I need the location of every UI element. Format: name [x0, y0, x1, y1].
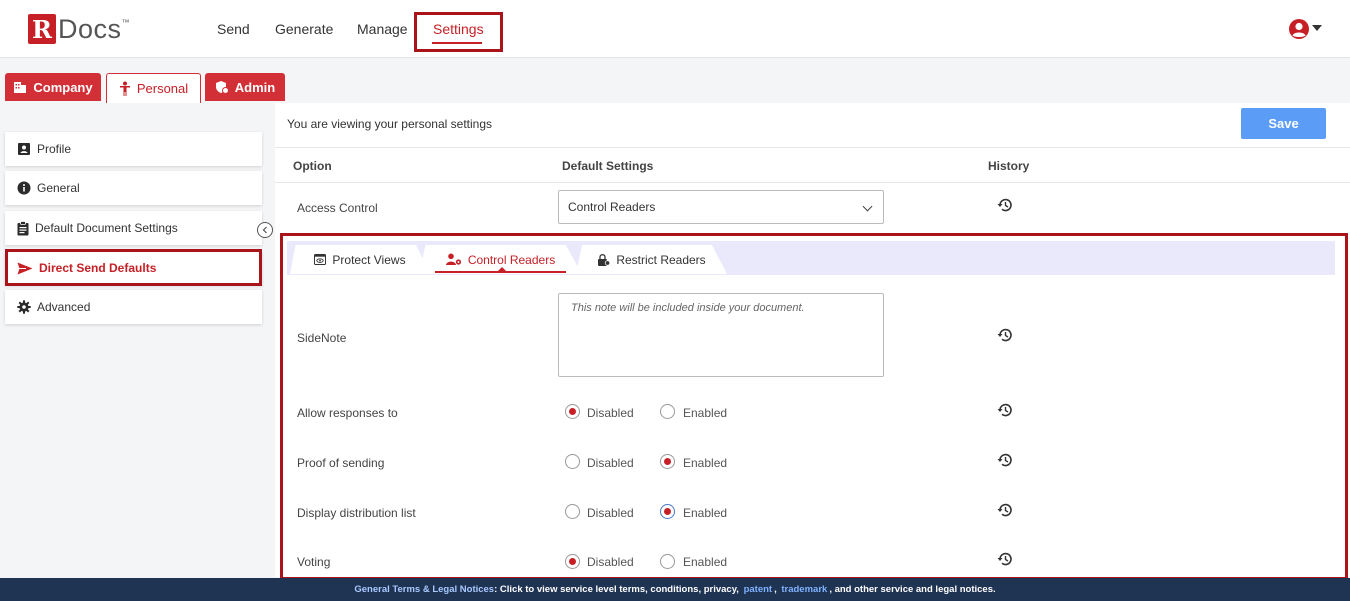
- nav-manage[interactable]: Manage: [357, 21, 408, 37]
- header-divider: [275, 147, 1350, 148]
- tab-personal-label: Personal: [136, 81, 189, 96]
- sidebar-highlight-box: [5, 249, 262, 286]
- tab-admin[interactable]: Admin: [205, 73, 285, 101]
- access-control-value: Control Readers: [568, 200, 656, 214]
- logo-wordmark: Docs: [58, 13, 122, 44]
- column-header-history: History: [988, 159, 1030, 173]
- building-icon: [14, 81, 27, 93]
- column-header-default-settings: Default Settings: [562, 159, 654, 173]
- footer-separator: ,: [774, 584, 780, 595]
- footer-text-end: , and other service and legal notices.: [829, 584, 996, 595]
- access-control-select[interactable]: Control Readers: [558, 190, 884, 224]
- sidebar-item-label: Advanced: [37, 300, 91, 314]
- logo-trademark: ™: [121, 18, 130, 27]
- subpanel-highlight-box: [280, 233, 1348, 580]
- tab-admin-label: Admin: [234, 79, 276, 95]
- nav-generate[interactable]: Generate: [275, 21, 333, 37]
- column-header-option: Option: [293, 159, 332, 173]
- person-icon: [119, 81, 130, 96]
- legal-notices-link[interactable]: General Terms & Legal Notices: [354, 584, 494, 595]
- info-icon: [17, 181, 31, 195]
- top-navbar: [0, 0, 1350, 58]
- chevron-down-icon[interactable]: [1312, 25, 1322, 31]
- sidebar-item-label: Default Document Settings: [35, 221, 178, 235]
- logo-r-mark: R: [28, 14, 56, 44]
- collapse-sidebar-button[interactable]: [257, 222, 273, 238]
- gear-icon: [17, 300, 31, 314]
- admin-shield-icon: [215, 81, 229, 94]
- tab-personal[interactable]: Personal: [106, 73, 201, 103]
- tab-company[interactable]: Company: [5, 73, 101, 101]
- footer-text: : Click to view service level terms, con…: [494, 584, 742, 595]
- sidebar-item-label: Profile: [37, 142, 72, 156]
- sidebar-item-general[interactable]: General: [5, 171, 262, 205]
- user-account-icon[interactable]: [1288, 18, 1310, 40]
- viewing-context-text: You are viewing your personal settings: [287, 117, 493, 131]
- save-button[interactable]: Save: [1241, 108, 1326, 139]
- column-header-divider: [275, 182, 1350, 183]
- access-control-label: Access Control: [297, 201, 378, 215]
- history-icon[interactable]: [996, 196, 1014, 214]
- tab-company-label: Company: [33, 79, 93, 95]
- chevron-down-icon: [862, 201, 873, 212]
- chevron-left-icon: [262, 226, 267, 234]
- sidebar-item-default-document-settings[interactable]: Default Document Settings: [5, 211, 262, 245]
- rdocs-logo[interactable]: R Docs ™: [28, 14, 130, 44]
- legal-footer: General Terms & Legal Notices : Click to…: [0, 578, 1350, 601]
- sidebar-item-profile[interactable]: Profile: [5, 132, 262, 166]
- sidebar-item-label: General: [37, 181, 80, 195]
- sidebar-item-advanced[interactable]: Advanced: [5, 290, 262, 324]
- trademark-link[interactable]: trademark: [781, 584, 827, 595]
- clipboard-icon: [17, 220, 29, 235]
- profile-card-icon: [18, 143, 30, 155]
- patent-link[interactable]: patent: [744, 584, 773, 595]
- settings-highlight-box: [414, 12, 503, 52]
- nav-send[interactable]: Send: [217, 21, 250, 37]
